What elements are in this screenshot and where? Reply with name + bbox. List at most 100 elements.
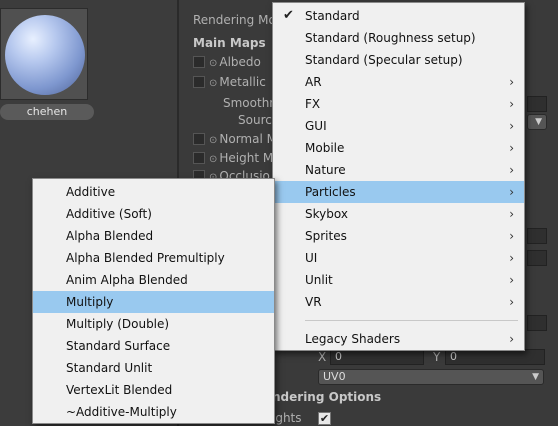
menu-item-label: Standard (Specular setup)	[305, 53, 463, 67]
material-thumbnail[interactable]	[0, 8, 88, 100]
normal-map-picker-icon[interactable]: ⊙	[209, 135, 217, 146]
source-dropdown[interactable]: ▼	[527, 114, 547, 130]
submenu-item-alpha-blended-premultiply[interactable]: Alpha Blended Premultiply	[33, 247, 274, 269]
menu-item-skybox[interactable]: Skybox ›	[273, 203, 524, 225]
menu-item-label: Standard Unlit	[66, 361, 153, 375]
lights-checkbox[interactable]: ✔	[318, 412, 331, 425]
submenu-item-additive-multiply[interactable]: ~Additive-Multiply	[33, 401, 274, 423]
menu-item-standard-specular[interactable]: Standard (Specular setup)	[273, 49, 524, 71]
normal-map-label: Normal M	[219, 132, 277, 146]
submenu-item-alpha-blended[interactable]: Alpha Blended	[33, 225, 274, 247]
submenu-item-standard-unlit[interactable]: Standard Unlit	[33, 357, 274, 379]
menu-item-nature[interactable]: Nature ›	[273, 159, 524, 181]
menu-item-label: Sprites	[305, 229, 347, 243]
menu-item-label: Skybox	[305, 207, 348, 221]
menu-item-unlit[interactable]: Unlit ›	[273, 269, 524, 291]
chevron-down-icon: ▼	[535, 117, 542, 127]
submenu-item-additive-soft[interactable]: Additive (Soft)	[33, 203, 274, 225]
menu-item-label: Standard	[305, 9, 360, 23]
rendering-mode-label: Rendering Mo	[193, 13, 276, 27]
submenu-arrow-icon: ›	[509, 97, 514, 111]
menu-item-label: FX	[305, 97, 321, 111]
material-preview-sphere	[5, 15, 85, 95]
menu-item-label: VertexLit Blended	[66, 383, 173, 397]
menu-item-legacy-shaders[interactable]: Legacy Shaders ›	[273, 328, 524, 350]
tiling-field-2[interactable]	[527, 250, 547, 266]
normal-map-texture-slot[interactable]	[193, 133, 205, 145]
menu-item-label: Multiply	[66, 295, 114, 309]
offset-y-label: Y	[433, 350, 441, 364]
albedo-row[interactable]: ⊙ Albedo	[193, 54, 261, 70]
shader-menu: ✔ Standard Standard (Roughness setup) St…	[272, 2, 525, 351]
menu-item-label: Standard (Roughness setup)	[305, 31, 476, 45]
asset-name-label[interactable]: chehen	[0, 104, 94, 120]
submenu-item-multiply[interactable]: Multiply	[33, 291, 274, 313]
menu-item-standard[interactable]: ✔ Standard	[273, 5, 524, 27]
height-map-picker-icon[interactable]: ⊙	[209, 154, 217, 165]
menu-item-label: Additive (Soft)	[66, 207, 152, 221]
chevron-down-icon: ▼	[532, 372, 539, 382]
submenu-arrow-icon: ›	[509, 185, 514, 199]
submenu-item-additive[interactable]: Additive	[33, 181, 274, 203]
smoothness-value-field[interactable]	[527, 96, 547, 112]
submenu-arrow-icon: ›	[509, 229, 514, 243]
lights-label: ights	[272, 411, 302, 425]
submenu-item-anim-alpha-blended[interactable]: Anim Alpha Blended	[33, 269, 274, 291]
submenu-arrow-icon: ›	[509, 273, 514, 287]
offset-x-field[interactable]: 0	[330, 349, 424, 365]
menu-item-particles[interactable]: Particles ›	[273, 181, 524, 203]
offset-field[interactable]	[527, 315, 547, 331]
menu-item-standard-roughness[interactable]: Standard (Roughness setup)	[273, 27, 524, 49]
metallic-texture-slot[interactable]	[193, 76, 205, 88]
menu-item-label: GUI	[305, 119, 327, 133]
menu-item-label: Alpha Blended Premultiply	[66, 251, 225, 265]
menu-item-label: AR	[305, 75, 322, 89]
submenu-arrow-icon: ›	[509, 251, 514, 265]
submenu-arrow-icon: ›	[509, 332, 514, 346]
menu-item-vr[interactable]: VR ›	[273, 291, 524, 313]
height-map-row[interactable]: ⊙ Height M	[193, 150, 273, 166]
offset-y-field[interactable]: 0	[445, 349, 545, 365]
submenu-item-multiply-double[interactable]: Multiply (Double)	[33, 313, 274, 335]
menu-item-label: Legacy Shaders	[305, 332, 401, 346]
menu-item-label: Nature	[305, 163, 346, 177]
checkmark-icon: ✔	[283, 8, 294, 23]
height-map-texture-slot[interactable]	[193, 152, 205, 164]
menu-item-label: Unlit	[305, 273, 333, 287]
rendering-options-heading: ndering Options	[272, 390, 382, 404]
submenu-arrow-icon: ›	[509, 163, 514, 177]
normal-map-row[interactable]: ⊙ Normal M	[193, 131, 277, 147]
submenu-item-vertexlit-blended[interactable]: VertexLit Blended	[33, 379, 274, 401]
albedo-picker-icon[interactable]: ⊙	[209, 58, 217, 69]
submenu-arrow-icon: ›	[509, 207, 514, 221]
menu-item-sprites[interactable]: Sprites ›	[273, 225, 524, 247]
menu-item-label: Alpha Blended	[66, 229, 154, 243]
uv-set-dropdown[interactable]: UV0 ▼	[318, 369, 544, 385]
height-map-label: Height M	[219, 151, 274, 165]
main-maps-heading: Main Maps	[193, 36, 266, 50]
menu-item-ui[interactable]: UI ›	[273, 247, 524, 269]
albedo-label: Albedo	[219, 55, 261, 69]
menu-item-mobile[interactable]: Mobile ›	[273, 137, 524, 159]
submenu-arrow-icon: ›	[509, 119, 514, 133]
uv-set-value: UV0	[323, 370, 346, 383]
menu-item-label: Additive	[66, 185, 116, 199]
submenu-item-standard-surface[interactable]: Standard Surface	[33, 335, 274, 357]
menu-item-gui[interactable]: GUI ›	[273, 115, 524, 137]
particles-submenu: Additive Additive (Soft) Alpha Blended A…	[32, 178, 275, 424]
menu-item-label: ~Additive-Multiply	[66, 405, 177, 419]
offset-x-label: X	[318, 350, 327, 364]
albedo-texture-slot[interactable]	[193, 56, 205, 68]
submenu-arrow-icon: ›	[509, 75, 514, 89]
menu-item-label: Anim Alpha Blended	[66, 273, 188, 287]
metallic-row[interactable]: ⊙ Metallic	[193, 74, 266, 90]
smoothness-label: Smoothn	[223, 96, 277, 110]
menu-separator	[305, 320, 518, 321]
metallic-picker-icon[interactable]: ⊙	[209, 78, 217, 89]
submenu-arrow-icon: ›	[509, 295, 514, 309]
metallic-label: Metallic	[219, 75, 266, 89]
menu-item-label: VR	[305, 295, 322, 309]
tiling-field[interactable]	[527, 228, 547, 244]
menu-item-ar[interactable]: AR ›	[273, 71, 524, 93]
menu-item-fx[interactable]: FX ›	[273, 93, 524, 115]
